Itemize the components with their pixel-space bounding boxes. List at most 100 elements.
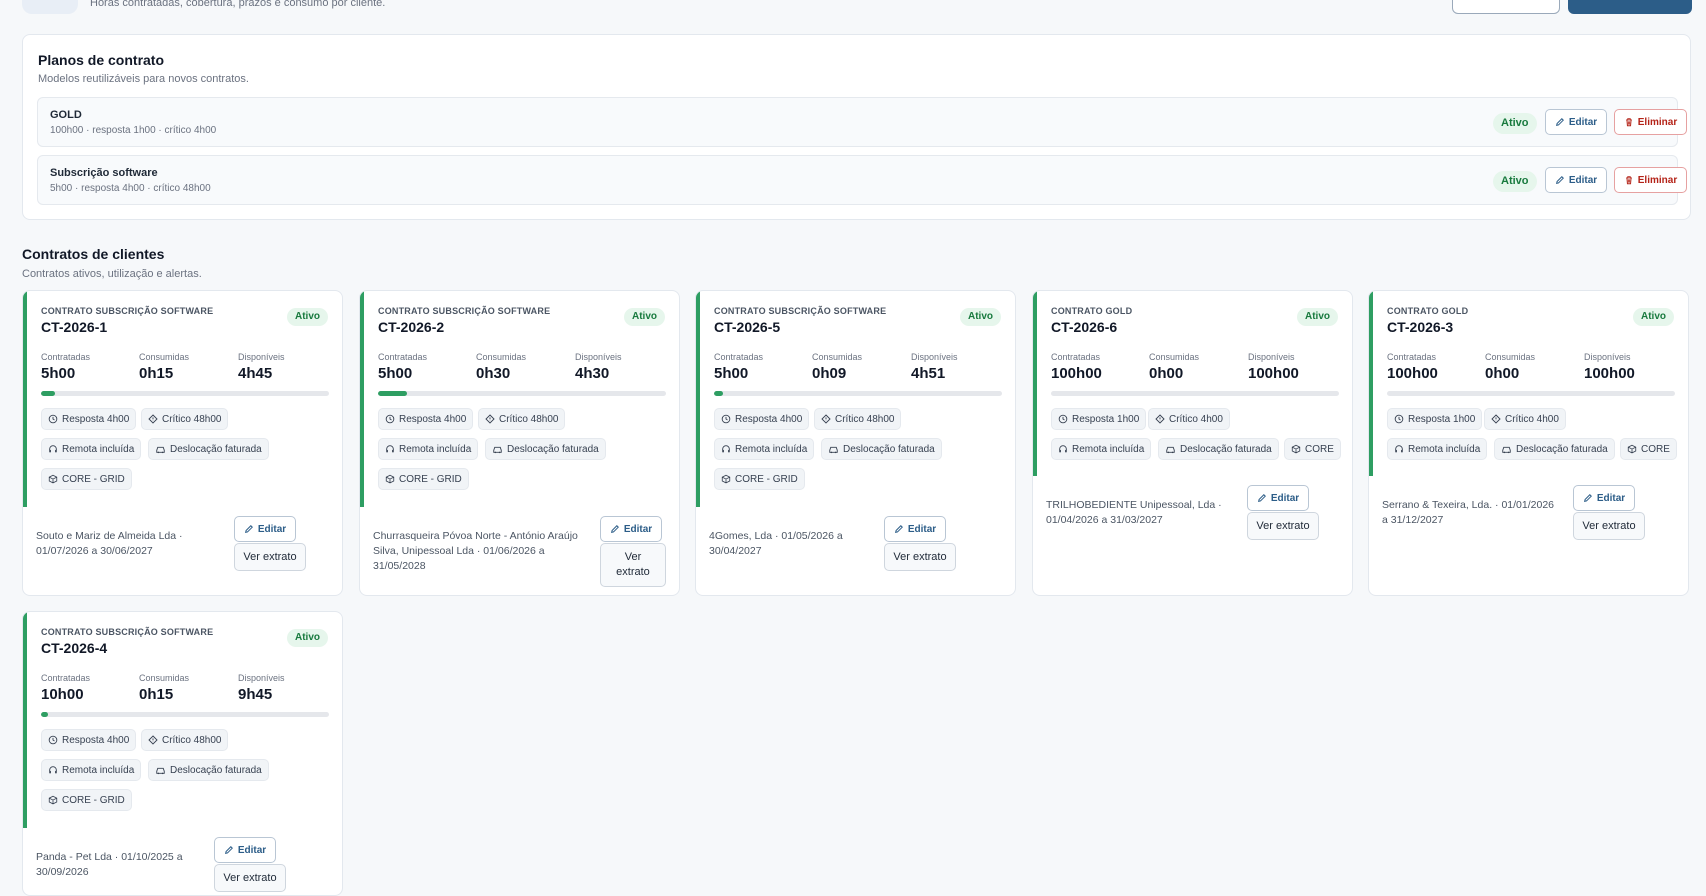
contract-id: CT-2026-6 xyxy=(1051,319,1118,335)
chip-label: Remota incluída xyxy=(1408,443,1481,455)
stat-value-consumed: 0h00 xyxy=(1485,365,1520,382)
chip-label: CORE xyxy=(1305,443,1334,455)
usage-progress-bar xyxy=(378,391,666,396)
edit-contract-button[interactable]: Editar xyxy=(214,837,276,863)
edit-contract-button[interactable]: Editar xyxy=(234,516,296,542)
chip-label: Remota incluída xyxy=(735,443,808,455)
edit-contract-button[interactable]: Editar xyxy=(600,516,662,542)
chip-scope: CORE xyxy=(1620,438,1677,460)
stat-value-consumed: 0h30 xyxy=(476,365,511,382)
clock-icon xyxy=(1058,414,1068,424)
view-statement-button[interactable]: Ver extrato xyxy=(1247,512,1319,540)
chip-label: Deslocação faturada xyxy=(1516,443,1608,455)
delete-plan-button[interactable]: Eliminar xyxy=(1614,167,1687,193)
view-statement-button[interactable]: Ver extrato xyxy=(884,543,956,571)
edit-plan-button[interactable]: Editar xyxy=(1545,109,1607,135)
box-icon xyxy=(1627,444,1637,454)
chip-label: Remota incluída xyxy=(62,764,135,776)
stat-label-consumed: Consumidas xyxy=(1149,352,1200,362)
chip-scope: CORE - GRID xyxy=(41,789,132,811)
pencil-icon xyxy=(610,525,619,533)
edit-label: Editar xyxy=(1568,174,1598,186)
stat-value-available: 100h00 xyxy=(1584,365,1635,382)
chip-label: Crítico 48h00 xyxy=(162,413,222,425)
stat-value-contracted: 5h00 xyxy=(378,365,413,382)
stat-label-available: Disponíveis xyxy=(1584,352,1631,362)
edit-label: Editar xyxy=(623,523,653,535)
chip-travel: Deslocação faturada xyxy=(148,438,269,460)
stat-label-consumed: Consumidas xyxy=(812,352,863,362)
chip-label: Deslocação faturada xyxy=(843,443,935,455)
status-badge: Ativo xyxy=(1633,308,1674,326)
chip-remote: Remota incluída xyxy=(1387,438,1488,460)
box-icon xyxy=(48,795,58,805)
stat-label-consumed: Consumidas xyxy=(139,673,190,683)
view-statement-button[interactable]: Ver extrato xyxy=(1573,512,1645,540)
view-statement-button[interactable]: Ver extrato xyxy=(214,864,286,892)
client-info: Panda - Pet Lda · 01/10/2025 a 30/09/202… xyxy=(36,851,183,878)
chip-remote: Remota incluída xyxy=(41,759,142,781)
header-secondary-button[interactable] xyxy=(1452,0,1560,14)
chip-response: Resposta 4h00 xyxy=(714,408,810,430)
chip-response: Resposta 1h00 xyxy=(1051,408,1147,430)
chip-label: Deslocação faturada xyxy=(170,764,262,776)
header-primary-button[interactable] xyxy=(1568,0,1692,14)
stat-label-contracted: Contratadas xyxy=(1051,352,1101,362)
alert-diamond-icon xyxy=(1155,414,1165,424)
edit-label: Editar xyxy=(1596,492,1626,504)
chip-label: CORE - GRID xyxy=(62,794,125,806)
contract-card: CONTRATO SUBSCRIÇÃO SOFTWARE CT-2026-4 Ati… xyxy=(22,611,343,896)
chip-label: Deslocação faturada xyxy=(507,443,599,455)
edit-contract-button[interactable]: Editar xyxy=(884,516,946,542)
contract-card: CONTRATO SUBSCRIÇÃO SOFTWARE CT-2026-1 Ati… xyxy=(22,290,343,596)
clock-icon xyxy=(1394,414,1404,424)
car-icon xyxy=(829,446,838,454)
chip-remote: Remota incluída xyxy=(41,438,142,460)
chip-travel: Deslocação faturada xyxy=(485,438,606,460)
contract-type: CONTRATO GOLD xyxy=(1051,306,1133,316)
usage-progress-bar xyxy=(41,712,329,717)
chip-label: CORE - GRID xyxy=(62,473,125,485)
usage-progress-fill xyxy=(41,712,49,717)
car-icon xyxy=(493,446,502,454)
view-statement-button[interactable]: Ver extrato xyxy=(600,543,666,587)
chip-response: Resposta 4h00 xyxy=(41,729,137,751)
stat-label-available: Disponíveis xyxy=(911,352,958,362)
card-accent xyxy=(23,291,27,507)
client-info: TRILHOBEDIENTE Unipessoal, Lda · 01/04/2… xyxy=(1046,499,1222,526)
edit-contract-button[interactable]: Editar xyxy=(1573,485,1635,511)
contracts-subtitle: Contratos ativos, utilização e alertas. xyxy=(22,268,202,280)
box-icon xyxy=(385,474,395,484)
pencil-icon xyxy=(894,525,903,533)
status-badge: Ativo xyxy=(624,308,665,326)
contract-id: CT-2026-1 xyxy=(41,319,108,335)
stat-label-available: Disponíveis xyxy=(575,352,622,362)
box-icon xyxy=(1291,444,1301,454)
chip-label: Crítico 48h00 xyxy=(835,413,895,425)
client-info: Churrasqueira Póvoa Norte - António Araú… xyxy=(373,530,578,572)
clock-icon xyxy=(48,414,58,424)
status-badge: Ativo xyxy=(1493,113,1537,134)
chip-label: CORE - GRID xyxy=(399,473,462,485)
stat-value-available: 100h00 xyxy=(1248,365,1299,382)
delete-plan-button[interactable]: Eliminar xyxy=(1614,109,1687,135)
view-statement-button[interactable]: Ver extrato xyxy=(234,543,306,571)
edit-label: Editar xyxy=(1270,492,1300,504)
contract-id: CT-2026-2 xyxy=(378,319,445,335)
delete-label: Eliminar xyxy=(1637,174,1678,186)
chip-label: Resposta 1h00 xyxy=(1072,413,1140,425)
contract-card: CONTRATO SUBSCRIÇÃO SOFTWARE CT-2026-2 Ati… xyxy=(359,290,680,596)
pencil-icon xyxy=(1257,494,1266,502)
trash-icon xyxy=(1625,118,1632,127)
chip-critical: Crítico 48h00 xyxy=(141,408,229,430)
stat-value-available: 9h45 xyxy=(238,686,273,703)
client-info: Souto e Mariz de Almeida Lda · 01/07/202… xyxy=(36,530,183,557)
edit-plan-button[interactable]: Editar xyxy=(1545,167,1607,193)
alert-diamond-icon xyxy=(148,735,158,745)
edit-contract-button[interactable]: Editar xyxy=(1247,485,1309,511)
pencil-icon xyxy=(244,525,253,533)
pencil-icon xyxy=(1555,118,1564,126)
stat-value-contracted: 100h00 xyxy=(1387,365,1438,382)
chip-scope: CORE xyxy=(1284,438,1341,460)
contract-type: CONTRATO SUBSCRIÇÃO SOFTWARE xyxy=(41,306,214,316)
